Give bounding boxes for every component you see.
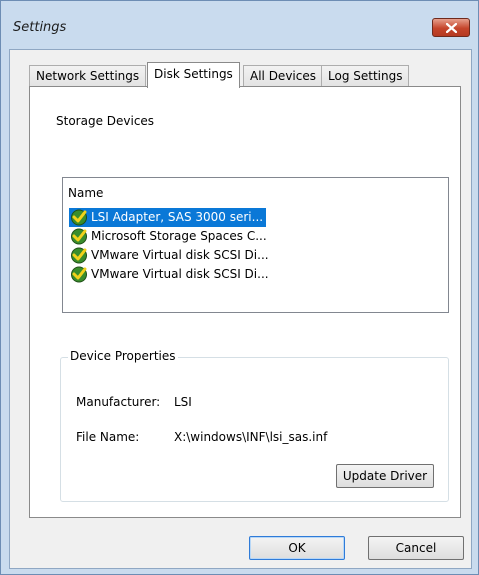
device-name: LSI Adapter, SAS 3000 seri...: [91, 210, 264, 224]
close-button[interactable]: [432, 18, 470, 37]
list-item-device-4[interactable]: VMware Virtual disk SCSI Di...: [69, 265, 272, 284]
list-item-device-3[interactable]: VMware Virtual disk SCSI Di...: [69, 246, 272, 265]
list-item-device-2[interactable]: Microsoft Storage Spaces C...: [69, 227, 270, 246]
dialog-client-area: Network Settings Disk Settings All Devic…: [9, 49, 472, 569]
disk-settings-page: Storage Devices Name LSI Adapter, SAS 30…: [29, 86, 461, 518]
window-title: Settings: [13, 20, 67, 35]
device-driver-icon: [71, 266, 87, 283]
tab-disk-settings[interactable]: Disk Settings: [147, 62, 240, 88]
tab-log-settings[interactable]: Log Settings: [321, 65, 410, 87]
file-name-value: X:\windows\INF\lsi_sas.inf: [174, 430, 328, 444]
device-driver-icon: [71, 247, 87, 264]
device-name: Microsoft Storage Spaces C...: [91, 229, 267, 243]
storage-devices-label: Storage Devices: [56, 114, 155, 128]
storage-devices-list[interactable]: Name LSI Adapter, SAS 3000 seri... Micro…: [62, 177, 449, 313]
device-driver-icon: [71, 209, 87, 226]
cancel-button[interactable]: Cancel: [368, 536, 464, 560]
ok-button[interactable]: OK: [249, 536, 345, 560]
manufacturer-value: LSI: [174, 395, 192, 409]
update-driver-button[interactable]: Update Driver: [336, 464, 434, 488]
list-item-device-1[interactable]: LSI Adapter, SAS 3000 seri...: [69, 208, 267, 227]
device-driver-icon: [71, 228, 87, 245]
device-name: VMware Virtual disk SCSI Di...: [91, 267, 269, 281]
file-name-label: File Name:: [76, 430, 140, 444]
device-properties-label: Device Properties: [68, 349, 178, 363]
list-column-header-name[interactable]: Name: [68, 186, 103, 200]
tab-network-settings[interactable]: Network Settings: [29, 65, 147, 87]
settings-window: Settings Network Settings Disk Settings …: [0, 0, 479, 575]
close-icon: [446, 23, 457, 33]
tab-all-devices[interactable]: All Devices: [243, 65, 323, 87]
manufacturer-label: Manufacturer:: [76, 395, 161, 409]
device-name: VMware Virtual disk SCSI Di...: [91, 248, 269, 262]
